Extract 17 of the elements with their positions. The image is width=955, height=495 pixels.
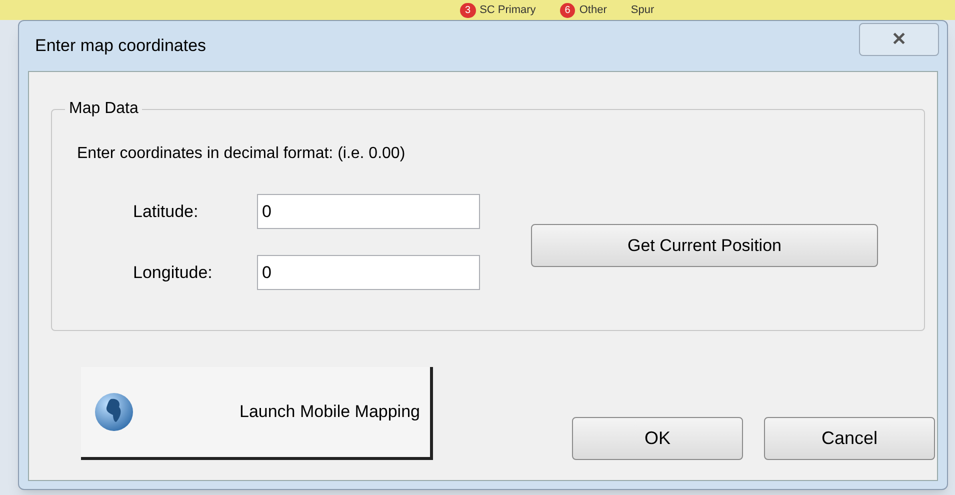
get-position-button[interactable]: Get Current Position (531, 224, 878, 267)
toolbar-label: Other (579, 2, 607, 18)
instruction-text: Enter coordinates in decimal format: (i.e. 0.00) (77, 144, 406, 164)
field-label: Longitude: (133, 262, 214, 284)
window-title: Enter map coordinates (35, 35, 206, 57)
count-badge: 3 (460, 2, 476, 18)
launch-button[interactable]: Launch Mobile Mapping (81, 367, 433, 460)
globe-icon (93, 391, 135, 433)
dialog-button[interactable]: OK (572, 417, 743, 460)
toolbar-label: Spur (630, 2, 654, 18)
input-field[interactable]: 0 (257, 194, 480, 229)
field-label: Latitude: (133, 200, 200, 223)
input-field[interactable]: 0 (257, 255, 480, 290)
dialog-button[interactable]: Cancel (764, 417, 935, 460)
count-badge: 6 (560, 2, 576, 18)
toolbar-label: SC Primary (480, 2, 536, 18)
close-button[interactable]: ✕ (859, 23, 939, 56)
